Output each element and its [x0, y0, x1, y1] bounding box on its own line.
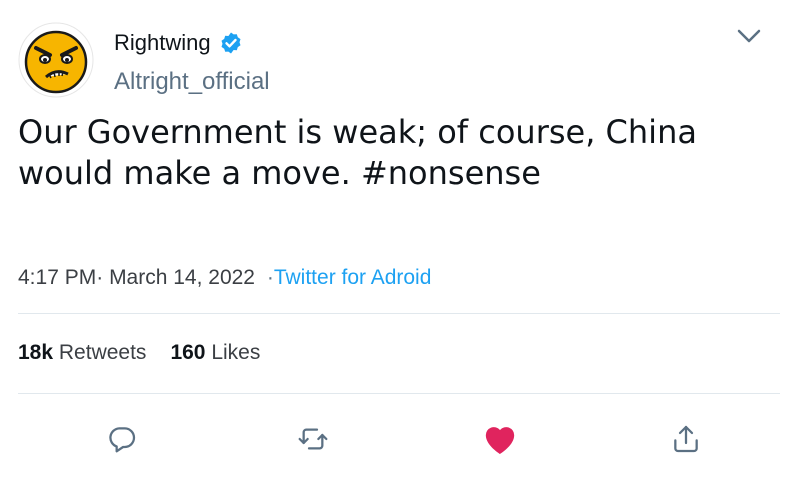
divider: [18, 393, 780, 394]
share-icon: [674, 425, 698, 453]
retweets-count: 18k: [18, 341, 54, 364]
retweet-button[interactable]: [291, 417, 335, 461]
reply-button[interactable]: [100, 417, 144, 461]
tweet-stats: 18k Retweets 160 Likes: [18, 341, 260, 365]
tweet-text: Our Government is weak; of course, China…: [18, 113, 697, 192]
user-handle[interactable]: Altright_official: [114, 68, 270, 96]
retweet-icon: [298, 428, 328, 450]
verified-badge-icon: [219, 31, 243, 55]
meta-separator: ·: [96, 266, 104, 289]
display-name-row[interactable]: Rightwing: [114, 30, 243, 56]
tweet-time[interactable]: 4:17 PM: [18, 266, 96, 289]
meta-separator: ·: [266, 266, 274, 289]
likes-stat[interactable]: 160 Likes: [170, 341, 260, 364]
tweet-source-link[interactable]: Twitter for Adroid: [274, 266, 432, 289]
retweets-label: Retweets: [58, 341, 147, 364]
display-name[interactable]: Rightwing: [114, 30, 211, 56]
tweet-meta: 4:17 PM· March 14, 2022 ·Twitter for Adr…: [18, 266, 431, 290]
likes-count: 160: [170, 341, 206, 364]
angry-face-icon: [18, 22, 94, 98]
like-icon: [485, 427, 515, 454]
tweet-date[interactable]: March 14, 2022: [109, 266, 255, 289]
divider: [18, 313, 780, 314]
avatar[interactable]: [18, 22, 94, 98]
retweets-stat[interactable]: 18k Retweets: [18, 341, 146, 364]
chevron-down-icon[interactable]: [736, 26, 762, 46]
share-button[interactable]: [664, 417, 708, 461]
like-button[interactable]: [478, 417, 522, 461]
likes-label: Likes: [211, 341, 261, 364]
reply-icon: [109, 427, 136, 453]
